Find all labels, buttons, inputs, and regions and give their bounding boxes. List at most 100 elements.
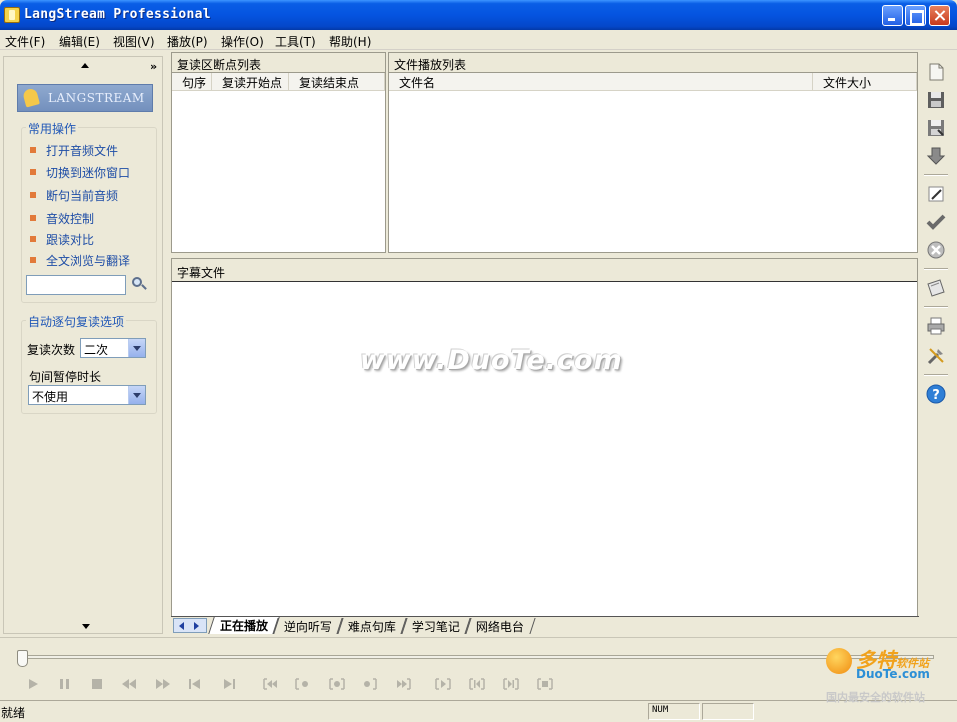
cancel-icon[interactable] [926,240,946,260]
stop-icon[interactable] [88,678,106,690]
menu-edit[interactable]: 编辑(E) [59,33,100,50]
col-file-size[interactable]: 文件大小 [813,73,917,91]
chevron-down-icon[interactable] [128,339,145,357]
repeat-prev-icon[interactable] [262,678,280,690]
menu-help[interactable]: 帮助(H) [329,33,371,50]
seek-thumb[interactable] [17,650,28,667]
status-num: NUM [652,705,669,715]
bullet-icon [30,215,36,221]
right-toolbar: ? [921,56,951,416]
task-mini-window[interactable]: 切换到迷你窗口 [30,164,130,181]
repeat-count-select[interactable]: 二次 [80,338,146,358]
breakpoint-list-title: 复读区断点列表 [177,58,262,72]
app-icon[interactable] [4,7,20,23]
window-title: LangStream Professional [24,7,211,22]
title-bar[interactable]: LangStream Professional [0,0,957,30]
tab-now-playing[interactable]: 正在播放 [208,617,280,634]
chevron-down-icon[interactable] [128,386,145,404]
task-pane-header: » [4,57,162,79]
playlist-title: 文件播放列表 [394,58,467,72]
tab-study-notes[interactable]: 学习笔记 [400,618,472,634]
search-button[interactable] [130,275,148,293]
svg-text:?: ? [932,388,940,403]
help-icon[interactable]: ? [926,384,946,404]
tab-scroll-arrows[interactable] [173,618,207,633]
maximize-icon [906,6,925,25]
segment-play-icon[interactable] [434,678,452,690]
bottom-tabs: 正在播放 逆向听写 难点句库 学习笔记 网络电台 [171,616,919,634]
close-icon [930,6,949,25]
check-icon[interactable] [926,212,946,232]
mark-point-icon[interactable] [328,678,346,690]
tab-difficult-sentences[interactable]: 难点句库 [336,618,408,634]
collapse-pane-icon[interactable]: » [150,60,157,73]
search-input[interactable] [26,275,126,295]
bullet-icon [30,257,36,263]
tab-reverse-dictation[interactable]: 逆向听写 [272,618,344,634]
logo-ball-icon [826,648,852,674]
play-icon[interactable] [24,678,42,690]
logo-text: LANGSTREAM [48,91,145,105]
task-pane: » LANGSTREAM 常用操作 打开音频文件 切换到迷你窗口 断句当前音频 … [3,56,163,634]
new-doc-icon[interactable] [926,62,946,82]
common-ops-group: 常用操作 打开音频文件 切换到迷你窗口 断句当前音频 音效控制 跟读对比 全文浏… [21,120,157,303]
col-file-name[interactable]: 文件名 [389,73,813,91]
watermark: www.DuoTe.com [360,345,623,376]
tab-net-radio[interactable]: 网络电台 [464,618,536,634]
notes-icon[interactable] [926,278,946,298]
segment-prev-icon[interactable] [468,678,486,690]
print-icon[interactable] [926,316,946,336]
task-fulltext-translate[interactable]: 全文浏览与翻译 [30,252,130,269]
repeat-next-icon[interactable] [394,678,412,690]
scroll-up-icon[interactable] [81,63,89,68]
playlist-panel: 文件播放列表 文件名 文件大小 [388,52,918,253]
tools-icon[interactable] [926,346,946,366]
pause-duration-select[interactable]: 不使用 [28,385,146,405]
save-as-icon[interactable] [926,118,946,138]
site-logo: 多特软件站 DuoTe.com 国内最安全的软件站 [826,648,930,704]
task-shadowing[interactable]: 跟读对比 [30,231,94,248]
seek-bar[interactable] [18,655,934,659]
segment-stop-icon[interactable] [536,678,554,690]
previous-icon[interactable] [186,678,204,690]
status-bar: 就绪 NUM [0,700,957,722]
col-sentence-no[interactable]: 句序 [172,73,212,91]
pause-icon[interactable] [56,678,74,690]
menu-play[interactable]: 播放(P) [167,33,208,50]
save-icon[interactable] [926,90,946,110]
bell-icon [22,87,40,108]
rewind-icon[interactable] [120,678,138,690]
menu-tools[interactable]: 工具(T) [275,33,316,50]
task-split-audio[interactable]: 断句当前音频 [30,187,118,204]
mark-start-icon[interactable] [294,678,312,690]
menu-operate[interactable]: 操作(O) [221,33,264,50]
mark-end-icon[interactable] [360,678,378,690]
maximize-button[interactable] [905,5,926,26]
task-open-audio[interactable]: 打开音频文件 [30,142,118,159]
langstream-logo: LANGSTREAM [17,84,153,112]
next-icon[interactable] [220,678,238,690]
auto-repeat-group: 自动逐句复读选项 复读次数 二次 句间暂停时长 不使用 [21,313,157,414]
scroll-down-icon[interactable] [82,624,90,629]
auto-repeat-title: 自动逐句复读选项 [26,313,127,330]
pause-duration-value: 不使用 [32,390,69,404]
menu-view[interactable]: 视图(V) [113,33,155,50]
col-repeat-start[interactable]: 复读开始点 [212,73,289,91]
subtitle-panel: 字幕文件 [171,258,918,617]
download-arrow-icon[interactable] [926,146,946,166]
pause-duration-label: 句间暂停时长 [29,370,102,384]
minimize-icon [883,6,902,25]
status-cell-empty [702,703,754,720]
repeat-count-value: 二次 [84,343,109,357]
menu-file[interactable]: 文件(F) [5,33,45,50]
task-sound-effects[interactable]: 音效控制 [30,210,94,227]
edit-pencil-icon[interactable] [926,184,946,204]
segment-next-icon[interactable] [502,678,520,690]
fast-forward-icon[interactable] [154,678,172,690]
col-repeat-end[interactable]: 复读结束点 [289,73,385,91]
minimize-button[interactable] [882,5,903,26]
subtitle-title: 字幕文件 [177,266,226,280]
player-bar [0,637,957,699]
close-button[interactable] [929,5,950,26]
common-ops-title: 常用操作 [26,120,79,137]
